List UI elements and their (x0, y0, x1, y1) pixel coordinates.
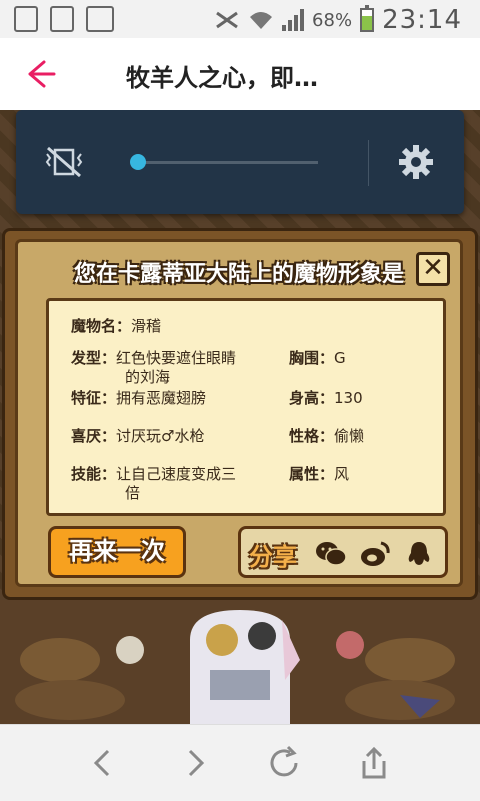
forward-nav-icon[interactable] (176, 745, 212, 781)
result-dialog: 您在卡露蒂亚大陆上的魔物形象是 ✕ 魔物名：滑稽 发型：红色快要遮住眼睛 的刘海… (2, 228, 478, 600)
status-right-icons: 68% 23:14 (214, 5, 462, 35)
mute-icon (216, 11, 238, 29)
volume-slider-track[interactable] (138, 161, 318, 164)
attribute-label: 属性： (289, 465, 335, 483)
attribute-row: 属性：风 (289, 465, 349, 484)
refresh-icon[interactable] (266, 745, 302, 781)
monster-name-row: 魔物名：滑稽 (71, 317, 161, 336)
chest-value: G (334, 349, 346, 367)
personality-row: 性格：偷懒 (289, 427, 364, 446)
monster-name-label: 魔物名： (71, 317, 132, 335)
monster-name-value: 滑稽 (131, 317, 162, 335)
qq-icon[interactable] (403, 539, 435, 569)
height-row: 身高：130 (289, 389, 363, 408)
skill-value-line2: 倍 (125, 484, 141, 502)
wechat-icon[interactable] (315, 539, 347, 569)
status-left-icons (14, 6, 114, 32)
height-label: 身高： (289, 389, 335, 407)
status-bar: 68% 23:14 (0, 0, 480, 38)
skill-row: 技能：让自己速度变成三 (71, 465, 236, 484)
feature-value: 拥有恶魔翅膀 (116, 389, 207, 407)
personality-value: 偷懒 (334, 427, 365, 445)
result-dialog-body: 您在卡露蒂亚大陆上的魔物形象是 ✕ 魔物名：滑稽 发型：红色快要遮住眼睛 的刘海… (15, 239, 463, 587)
hair-value-line1: 红色快要遮住眼睛 (116, 349, 237, 367)
skill-label: 技能： (71, 465, 117, 483)
dislike-value: 讨厌玩♂水枪 (116, 427, 205, 445)
share-bar: 分享 (238, 526, 448, 578)
height-value: 130 (334, 389, 363, 407)
signal-icon (282, 9, 305, 31)
attribute-value: 风 (334, 465, 350, 483)
feature-label: 特征： (71, 389, 117, 407)
game-artwork (0, 600, 480, 724)
image-icon (86, 6, 114, 32)
share-upload-icon[interactable] (356, 745, 392, 781)
feature-row: 特征：拥有恶魔翅膀 (71, 389, 206, 408)
back-arrow-icon[interactable] (22, 56, 58, 92)
web-content: 您在卡露蒂亚大陆上的魔物形象是 ✕ 魔物名：滑稽 发型：红色快要遮住眼睛 的刘海… (0, 110, 480, 724)
gear-icon[interactable] (398, 144, 434, 180)
hair-row: 发型：红色快要遮住眼睛 (71, 349, 236, 368)
volume-panel (16, 110, 464, 214)
share-label: 分享 (249, 543, 297, 571)
weibo-icon[interactable] (359, 539, 391, 569)
retry-button[interactable]: 再来一次 (48, 526, 186, 578)
personality-label: 性格： (289, 427, 335, 445)
battery-percent: 68% (312, 9, 353, 31)
clock: 23:14 (382, 5, 462, 35)
hair-label: 发型： (71, 349, 117, 367)
dialog-title: 您在卡露蒂亚大陆上的魔物形象是 (73, 262, 404, 287)
document-icon (14, 6, 38, 32)
title-bar: 牧羊人之心，即… (0, 38, 480, 111)
page-title: 牧羊人之心，即… (126, 64, 318, 92)
dislike-row: 喜厌：讨厌玩♂水枪 (71, 427, 204, 446)
wifi-icon (250, 12, 273, 29)
vibrate-off-icon[interactable] (42, 144, 86, 180)
sd-card-icon (50, 6, 74, 32)
hair-value-line2: 的刘海 (125, 368, 171, 386)
chest-label: 胸围： (289, 349, 335, 367)
chest-row: 胸围：G (289, 349, 346, 368)
skill-value-line1: 让自己速度变成三 (116, 465, 237, 483)
game-scene (0, 600, 480, 724)
back-nav-icon[interactable] (86, 745, 122, 781)
volume-slider-thumb[interactable] (130, 154, 146, 170)
dislike-label: 喜厌： (71, 427, 117, 445)
close-button[interactable]: ✕ (416, 252, 450, 286)
browser-toolbar (0, 724, 480, 801)
battery-icon (360, 5, 375, 32)
monster-info-card: 魔物名：滑稽 发型：红色快要遮住眼睛 的刘海 胸围：G 特征：拥有恶魔翅膀 身高… (46, 298, 446, 516)
divider (368, 140, 369, 186)
